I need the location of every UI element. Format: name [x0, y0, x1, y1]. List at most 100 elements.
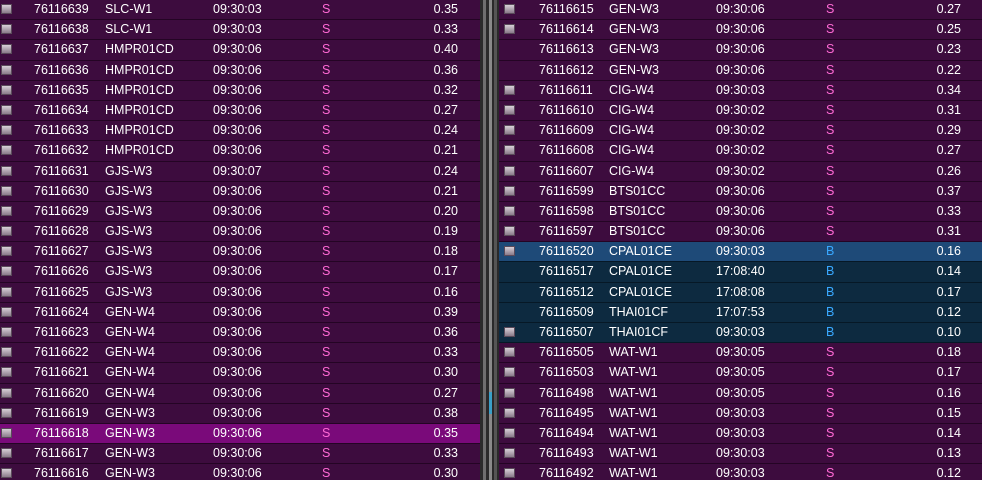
- order-row[interactable]: 76116608 CIG-W4 09:30:02 S 0.27: [499, 141, 982, 162]
- order-row[interactable]: 76116614 GEN-W3 09:30:06 S 0.25: [499, 20, 982, 41]
- order-row[interactable]: 76116635 HMPR01CD 09:30:06 S 0.32: [0, 80, 480, 101]
- order-row[interactable]: 76116599 BTS01CC 09:30:06 S 0.37: [499, 181, 982, 202]
- order-row[interactable]: 76116609 CIG-W4 09:30:02 S 0.29: [499, 121, 982, 142]
- panel-splitter[interactable]: [480, 0, 499, 480]
- row-select-checkbox[interactable]: [504, 84, 515, 95]
- order-row[interactable]: 76116629 GJS-W3 09:30:06 S 0.20: [0, 201, 480, 223]
- row-select-checkbox[interactable]: [1, 427, 12, 438]
- row-select-checkbox[interactable]: [1, 286, 12, 297]
- order-row[interactable]: 76116620 GEN-W4 09:30:06 S 0.27: [0, 383, 480, 404]
- order-row[interactable]: 76116639 SLC-W1 09:30:03 S 0.35: [0, 0, 480, 21]
- order-time: 09:30:03: [716, 244, 765, 259]
- order-row[interactable]: 76116520 CPAL01CE 09:30:03 B 0.16: [499, 242, 982, 263]
- row-select-checkbox[interactable]: [1, 387, 12, 398]
- row-select-checkbox[interactable]: [1, 24, 12, 35]
- order-account: GEN-W4: [105, 345, 155, 360]
- order-row[interactable]: 76116626 GJS-W3 09:30:06 S 0.17: [0, 262, 480, 283]
- row-select-checkbox[interactable]: [1, 84, 12, 95]
- order-row[interactable]: 76116633 HMPR01CD 09:30:06 S 0.24: [0, 121, 480, 142]
- order-row[interactable]: 76116612 GEN-W3 09:30:06 S 0.22: [499, 60, 982, 81]
- order-row[interactable]: 76116631 GJS-W3 09:30:07 S 0.24: [0, 161, 480, 182]
- order-row[interactable]: 76116505 WAT-W1 09:30:05 S 0.18: [499, 343, 982, 364]
- order-price: 0.35: [433, 2, 458, 16]
- order-row[interactable]: 76116503 WAT-W1 09:30:05 S 0.17: [499, 363, 982, 384]
- order-row[interactable]: 76116630 GJS-W3 09:30:06 S 0.21: [0, 181, 480, 202]
- order-row[interactable]: 76116517 CPAL01CE 17:08:40 B 0.14: [499, 262, 982, 283]
- row-select-checkbox[interactable]: [504, 468, 515, 479]
- order-price: 0.16: [936, 385, 961, 400]
- order-row[interactable]: 76116498 WAT-W1 09:30:05 S 0.16: [499, 383, 982, 404]
- row-select-checkbox[interactable]: [504, 165, 515, 176]
- order-row[interactable]: 76116493 WAT-W1 09:30:03 S 0.13: [499, 444, 982, 465]
- row-select-checkbox[interactable]: [1, 205, 12, 216]
- row-select-checkbox[interactable]: [504, 4, 515, 14]
- order-row[interactable]: 76116597 BTS01CC 09:30:06 S 0.31: [499, 222, 982, 243]
- order-row[interactable]: 76116627 GJS-W3 09:30:06 S 0.18: [0, 242, 480, 263]
- order-row[interactable]: 76116598 BTS01CC 09:30:06 S 0.33: [499, 201, 982, 223]
- order-row[interactable]: 76116492 WAT-W1 09:30:03 S 0.12: [499, 464, 982, 480]
- row-select-checkbox[interactable]: [1, 4, 12, 14]
- row-select-checkbox[interactable]: [1, 266, 12, 277]
- order-row[interactable]: 76116494 WAT-W1 09:30:03 S 0.14: [499, 423, 982, 445]
- order-row[interactable]: 76116622 GEN-W4 09:30:06 S 0.33: [0, 343, 480, 364]
- row-select-checkbox[interactable]: [1, 165, 12, 176]
- row-select-checkbox[interactable]: [504, 205, 515, 216]
- row-select-checkbox[interactable]: [1, 327, 12, 337]
- order-row[interactable]: 76116618 GEN-W3 09:30:06 S 0.35: [0, 423, 480, 445]
- order-row[interactable]: 76116634 HMPR01CD 09:30:06 S 0.27: [0, 100, 480, 122]
- order-row[interactable]: 76116617 GEN-W3 09:30:06 S 0.33: [0, 444, 480, 465]
- row-select-checkbox[interactable]: [504, 104, 515, 115]
- order-row[interactable]: 76116623 GEN-W4 09:30:06 S 0.36: [0, 323, 480, 344]
- row-select-checkbox[interactable]: [504, 145, 515, 156]
- row-select-checkbox[interactable]: [1, 125, 12, 136]
- row-select-checkbox[interactable]: [1, 104, 12, 115]
- row-select-checkbox[interactable]: [1, 468, 12, 479]
- order-row[interactable]: 76116616 GEN-W3 09:30:06 S 0.30: [0, 464, 480, 480]
- order-row[interactable]: 76116624 GEN-W4 09:30:06 S 0.39: [0, 302, 480, 323]
- order-row[interactable]: 76116625 GJS-W3 09:30:06 S 0.16: [0, 282, 480, 303]
- row-select-checkbox[interactable]: [504, 24, 515, 35]
- order-time: 09:30:06: [213, 102, 262, 117]
- row-select-checkbox[interactable]: [504, 125, 515, 136]
- order-row[interactable]: 76116512 CPAL01CE 17:08:08 B 0.17: [499, 282, 982, 303]
- order-row[interactable]: 76116637 HMPR01CD 09:30:06 S 0.40: [0, 40, 480, 61]
- order-row[interactable]: 76116621 GEN-W4 09:30:06 S 0.30: [0, 363, 480, 384]
- order-id: 76116631: [34, 163, 89, 178]
- row-select-checkbox[interactable]: [1, 64, 12, 75]
- row-select-checkbox[interactable]: [1, 185, 12, 196]
- row-select-checkbox[interactable]: [504, 407, 515, 418]
- row-select-checkbox[interactable]: [1, 44, 12, 55]
- row-select-checkbox[interactable]: [504, 327, 515, 337]
- row-select-checkbox[interactable]: [504, 387, 515, 398]
- row-select-checkbox[interactable]: [504, 246, 515, 257]
- order-row[interactable]: 76116636 HMPR01CD 09:30:06 S 0.36: [0, 60, 480, 81]
- order-time: 09:30:05: [716, 385, 765, 400]
- order-account: CIG-W4: [609, 82, 655, 97]
- row-select-checkbox[interactable]: [504, 448, 515, 459]
- order-row[interactable]: 76116611 CIG-W4 09:30:03 S 0.34: [499, 80, 982, 101]
- order-row[interactable]: 76116632 HMPR01CD 09:30:06 S 0.21: [0, 141, 480, 162]
- row-select-checkbox[interactable]: [1, 448, 12, 459]
- order-row[interactable]: 76116613 GEN-W3 09:30:06 S 0.23: [499, 40, 982, 61]
- row-select-checkbox[interactable]: [1, 347, 12, 358]
- row-select-checkbox[interactable]: [1, 407, 12, 418]
- order-row[interactable]: 76116607 CIG-W4 09:30:02 S 0.26: [499, 161, 982, 182]
- row-select-checkbox[interactable]: [504, 347, 515, 358]
- row-select-checkbox[interactable]: [504, 226, 515, 237]
- row-select-checkbox[interactable]: [1, 246, 12, 257]
- row-select-checkbox[interactable]: [504, 367, 515, 378]
- order-row[interactable]: 76116615 GEN-W3 09:30:06 S 0.27: [499, 0, 982, 21]
- row-select-checkbox[interactable]: [1, 226, 12, 237]
- row-select-checkbox[interactable]: [504, 427, 515, 438]
- order-row[interactable]: 76116495 WAT-W1 09:30:03 S 0.15: [499, 403, 982, 424]
- order-row[interactable]: 76116610 CIG-W4 09:30:02 S 0.31: [499, 100, 982, 122]
- row-select-checkbox[interactable]: [1, 306, 12, 317]
- order-row[interactable]: 76116507 THAI01CF 09:30:03 B 0.10: [499, 323, 982, 344]
- row-select-checkbox[interactable]: [1, 367, 12, 378]
- order-row[interactable]: 76116509 THAI01CF 17:07:53 B 0.12: [499, 302, 982, 323]
- order-row[interactable]: 76116619 GEN-W3 09:30:06 S 0.38: [0, 403, 480, 424]
- row-select-checkbox[interactable]: [1, 145, 12, 156]
- order-row[interactable]: 76116628 GJS-W3 09:30:06 S 0.19: [0, 222, 480, 243]
- order-row[interactable]: 76116638 SLC-W1 09:30:03 S 0.33: [0, 20, 480, 41]
- row-select-checkbox[interactable]: [504, 185, 515, 196]
